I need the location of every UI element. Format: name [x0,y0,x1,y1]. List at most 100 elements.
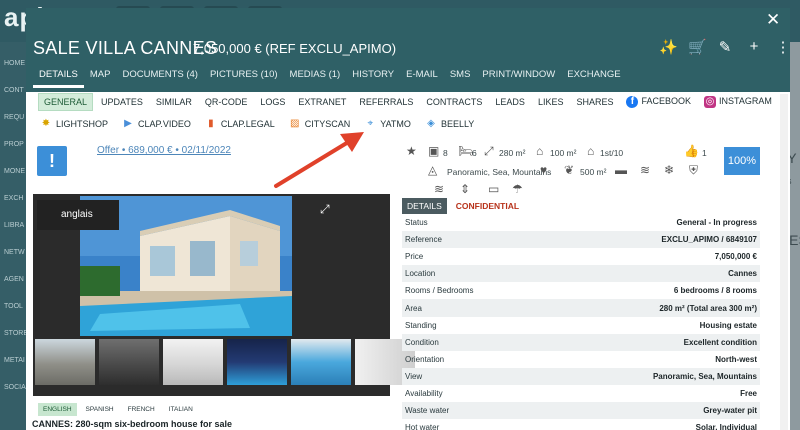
facebook-icon: f [626,96,639,108]
subtab-lightshop[interactable]: ✸ LIGHTSHOP [40,118,108,130]
subtab-logs[interactable]: LOGS [255,94,290,110]
subtab-extranet[interactable]: EXTRANET [293,94,351,110]
subtab-label: LIGHTSHOP [56,119,109,129]
header-actions: ✨ 🛒 ✎ + ⋮ [659,38,790,56]
tab-pictures[interactable]: PICTURES (10) [204,68,284,88]
tab-history[interactable]: HISTORY [346,68,400,88]
subtab-label: SIMILAR [155,97,192,107]
subtab-similar[interactable]: SIMILAR [151,94,197,110]
heart-icon[interactable]: ♥ [540,163,547,177]
detail-label: Reference [405,235,442,245]
subtab-updates[interactable]: UPDATES [96,94,148,110]
sidebar-item[interactable]: CONT [4,87,24,94]
land-value: 100 m² [550,148,577,158]
close-icon[interactable]: ✕ [766,10,780,30]
details-tabs: DETAILS CONFIDENTIAL [402,198,524,214]
sidebar-item[interactable]: NETW [4,249,25,256]
thumbnail[interactable] [99,339,159,385]
language-tabs: ENGLISH SPANISH FRENCH ITALIAN [38,403,198,416]
parasol-icon: ☂ [512,182,523,196]
sidebar-item[interactable]: TOOL [4,303,23,310]
magic-wand-icon[interactable]: ✨ [659,38,678,56]
scrollbar[interactable] [780,94,788,430]
detail-row: Rooms / Bedrooms 6 bedrooms / 8 rooms [402,282,760,299]
detail-row: View Panoramic, Sea, Mountains [402,367,760,385]
subtab-clap-video[interactable]: ▶ CLAP.VIDEO [122,118,191,130]
sidebar-item[interactable]: METAI [4,357,25,364]
subtab-clap-legal[interactable]: ▮ CLAP.LEGAL [205,118,275,130]
expand-icon[interactable]: ⤢ [320,202,330,217]
tab-documents[interactable]: DOCUMENTS (4) [116,68,203,88]
alert-icon[interactable]: ! [37,146,67,176]
detail-label: Status [405,218,428,228]
offer-link[interactable]: Offer • 689,000 € • 02/11/2022 [97,145,231,156]
tab-details[interactable]: DETAILS [33,68,84,88]
detail-value: North-west [715,354,757,364]
more-icon[interactable]: ⋮ [775,38,791,56]
subtab-label: EXTRANET [298,97,347,107]
sidebar-item[interactable]: HOME [4,60,25,67]
detail-value: Free [740,388,757,398]
detail-label: Hot water [405,423,440,430]
sidebar-item[interactable]: AGEN [4,276,24,283]
language-tab-french[interactable]: FRENCH [123,403,160,416]
subtab-label: CONTRACTS [426,97,483,107]
subtab-leads[interactable]: LEADS [490,94,530,110]
cart-icon[interactable]: 🛒 [688,38,707,56]
tab-exchange[interactable]: EXCHANGE [561,68,626,88]
sidebar-item[interactable]: REQU [4,114,24,121]
thumbnail[interactable] [291,339,351,385]
edit-icon[interactable]: ✎ [717,38,733,56]
detail-row: Standing Housing estate [402,317,760,334]
tab-confidential[interactable]: CONFIDENTIAL [451,198,524,214]
subtab-likes[interactable]: LIKES [533,94,569,110]
map-pin-icon: ⌖ [367,118,374,129]
subtab-label: CITYSCAN [304,119,351,129]
subtab-yatmo[interactable]: ⌖ YATMO [364,118,411,130]
language-tab-italian[interactable]: ITALIAN [164,403,198,416]
sidebar-item[interactable]: PROP [4,141,24,148]
language-tab-english[interactable]: ENGLISH [38,403,77,416]
shield-icon: ⛨ [689,163,699,177]
detail-value: Grey-water pit [703,406,757,416]
subtab-instagram[interactable]: ◎ INSTAGRAM [699,93,777,111]
sidebar-item[interactable]: LIBRA [4,222,24,229]
area-icon: ⤢ [484,144,494,158]
bedrooms-count: 6 [472,148,477,158]
tab-e-mail[interactable]: E-MAIL [400,68,444,88]
tab-medias[interactable]: MEDIAS (1) [284,68,347,88]
partner-tabs: ✸ LIGHTSHOP ▶ CLAP.VIDEO ▮ CLAP.LEGAL ▨ CITYSCA… [40,118,475,130]
subtab-qr-code[interactable]: QR-CODE [200,94,253,110]
sidebar-item[interactable]: SOCIA [4,384,26,391]
star-icon[interactable]: ★ [406,144,417,158]
subtab-beelly[interactable]: ◈ BEELLY [425,118,474,130]
likes-count: 1 [702,148,707,158]
detail-row: Location Cannes [402,265,760,283]
thumbnail[interactable] [227,339,287,385]
thumbs-up-icon[interactable]: 👍 [684,144,699,158]
beelly-icon: ◈ [427,118,435,129]
cityscan-icon: ▨ [290,118,300,129]
add-icon[interactable]: + [746,38,762,56]
subtab-general[interactable]: GENERAL [38,93,94,111]
tab-details[interactable]: DETAILS [402,198,447,214]
subtab-cityscan[interactable]: ▨ CITYSCAN [289,118,351,130]
language-tab-spanish[interactable]: SPANISH [81,403,119,416]
sidebar-item[interactable]: MONE [4,168,25,175]
detail-label: Condition [405,337,439,347]
floor-value: 1st/10 [600,148,624,158]
tab-map[interactable]: MAP [84,68,117,88]
subtab-facebook[interactable]: f FACEBOOK [621,93,696,111]
thumbnail[interactable] [35,339,95,385]
thumbnail[interactable] [163,339,223,385]
subtab-shares[interactable]: SHARES [571,94,618,110]
photo-gallery: anglais ⤢ [33,194,415,396]
tab-print-window[interactable]: PRINT/WINDOW [476,68,561,88]
subtab-referrals[interactable]: REFERRALS [354,94,418,110]
sidebar-item[interactable]: STORE [4,330,28,337]
subtab-contracts[interactable]: CONTRACTS [421,94,487,110]
tab-sms[interactable]: SMS [444,68,477,88]
detail-label: View [405,371,423,381]
sidebar-item[interactable]: EXCH [4,195,23,202]
air-conditioning-icon: ❄ [664,163,675,177]
